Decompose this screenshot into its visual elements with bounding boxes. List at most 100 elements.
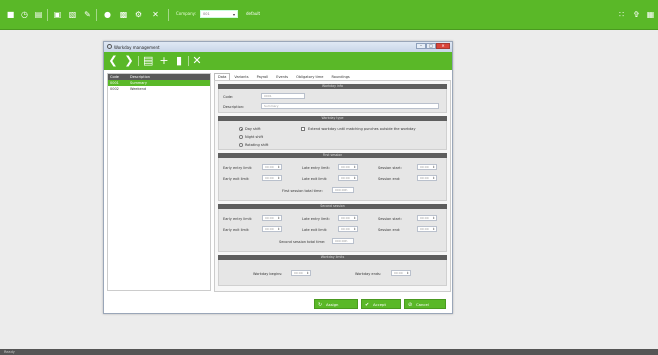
early-exit-input[interactable]: 00:00 ↕ (262, 175, 282, 181)
accept-button[interactable]: ✔ Accept (361, 299, 401, 309)
day-shift-radio[interactable] (239, 127, 243, 131)
assign-button[interactable]: ↻ Assign (314, 299, 358, 309)
early-exit-value: 00:00 (265, 227, 274, 231)
tab-variants[interactable]: Variants (230, 73, 252, 80)
cancel-icon: ⊘ (408, 302, 413, 308)
tab-payroll[interactable]: Payroll (253, 73, 273, 80)
first-session-total-field: 000:00h (332, 187, 354, 193)
save-icon[interactable]: ■ (6, 10, 15, 19)
company-select-value: 001 (203, 12, 210, 16)
spinner-icon[interactable]: ↕ (432, 216, 435, 220)
session-end-value: 00:00 (420, 227, 429, 231)
workday-ends-input[interactable]: 00:00 ↕ (391, 270, 411, 276)
early-exit-input[interactable]: 00:00 ↕ (262, 226, 282, 232)
maximize-button[interactable]: □ (426, 43, 436, 49)
extend-workday-checkbox[interactable] (301, 127, 305, 131)
spinner-icon[interactable]: ↕ (277, 227, 280, 231)
user-icon[interactable]: ✞ (632, 10, 641, 19)
export-icon[interactable]: ▧ (68, 10, 77, 19)
list-item[interactable]: 0002 Weekend (108, 86, 210, 92)
session-end-label: Session end: (378, 228, 401, 232)
late-exit-label: Late exit limit: (302, 177, 328, 181)
calendar-icon[interactable]: ▦ (646, 10, 655, 19)
late-entry-value: 00:00 (341, 165, 350, 169)
document-icon[interactable]: ▤ (34, 10, 43, 19)
second-session-total-label: Second session total time: (279, 240, 326, 244)
cancel-button[interactable]: ⊘ Cancel (404, 299, 446, 309)
workday-ends-label: Workday ends: (355, 272, 382, 276)
late-exit-value: 00:00 (341, 227, 350, 231)
back-icon[interactable]: ❮ (108, 55, 118, 67)
close-icon[interactable]: ✕ (151, 10, 160, 19)
checkmark-icon: ✔ (365, 302, 370, 308)
spinner-icon[interactable]: ↕ (406, 271, 409, 275)
save-icon[interactable]: ▤ (143, 55, 153, 67)
app-icon (107, 44, 112, 49)
delete-icon[interactable]: ▮ (174, 55, 184, 67)
day-shift-label: Day shift (245, 127, 261, 131)
session-start-label: Session start: (378, 166, 402, 170)
add-icon[interactable]: + (159, 55, 169, 67)
workday-limits-section: Workday begins: 00:00 ↕ Workday ends: 00:… (218, 260, 447, 286)
tab-obligatory-time[interactable]: Obligatory time (292, 73, 327, 80)
spinner-icon[interactable]: ↕ (353, 176, 356, 180)
late-exit-value: 00:00 (341, 176, 350, 180)
early-entry-label: Early entry limit: (223, 166, 253, 170)
list-item-description: Weekend (130, 87, 147, 91)
image-icon[interactable]: ▣ (53, 10, 62, 19)
spinner-icon[interactable]: ↕ (277, 216, 280, 220)
late-entry-input[interactable]: 00:00 ↕ (338, 215, 358, 221)
session-end-input[interactable]: 00:00 ↕ (417, 175, 437, 181)
session-end-input[interactable]: 00:00 ↕ (417, 226, 437, 232)
session-start-input[interactable]: 00:00 ↕ (417, 215, 437, 221)
early-entry-input[interactable]: 00:00 ↕ (262, 164, 282, 170)
assign-button-label: Assign (326, 302, 339, 307)
spinner-icon[interactable]: ↕ (432, 176, 435, 180)
spinner-icon[interactable]: ↕ (432, 227, 435, 231)
late-exit-input[interactable]: 00:00 ↕ (338, 226, 358, 232)
session-start-input[interactable]: 00:00 ↕ (417, 164, 437, 170)
session-end-label: Session end: (378, 177, 401, 181)
settings-icon[interactable]: ⚙ (134, 10, 143, 19)
early-exit-value: 00:00 (265, 176, 274, 180)
close-window-button[interactable]: ✕ (436, 43, 450, 49)
first-session-section: Early entry limit: 00:00 ↕ Late entry lim… (218, 158, 447, 201)
chart-icon[interactable]: ▩ (119, 10, 128, 19)
late-entry-input[interactable]: 00:00 ↕ (338, 164, 358, 170)
session-end-value: 00:00 (420, 176, 429, 180)
company-select[interactable]: 001 ▾ (200, 10, 238, 18)
workday-begins-label: Workday begins: (253, 272, 283, 276)
spinner-icon[interactable]: ↕ (353, 216, 356, 220)
spinner-icon[interactable]: ↕ (432, 165, 435, 169)
spinner-icon[interactable]: ↕ (306, 271, 309, 275)
first-session-total-label: First session total time: (282, 189, 323, 193)
rotating-shift-label: Rotating shift (245, 143, 269, 147)
window-titlebar[interactable]: Workday management – □ ✕ (104, 42, 452, 52)
tab-events[interactable]: Events (272, 73, 292, 80)
spinner-icon[interactable]: ↕ (277, 176, 280, 180)
late-exit-input[interactable]: 00:00 ↕ (338, 175, 358, 181)
rotating-shift-radio[interactable] (239, 143, 243, 147)
night-shift-radio[interactable] (239, 135, 243, 139)
early-entry-input[interactable]: 00:00 ↕ (262, 215, 282, 221)
toolbar-separator (188, 56, 189, 66)
spinner-icon[interactable]: ↕ (353, 227, 356, 231)
search-user-icon[interactable]: ● (103, 10, 112, 19)
app-toolbar: ■ ◷ ▤ ▣ ▧ ✎ ● ▩ ⚙ ✕ Company: 001 ▾ defau… (0, 0, 658, 30)
tab-roundings[interactable]: Roundings (327, 73, 353, 80)
history-icon[interactable]: ◷ (20, 10, 29, 19)
grid-icon[interactable]: ∷ (617, 10, 626, 19)
workday-begins-input[interactable]: 00:00 ↕ (291, 270, 311, 276)
description-field[interactable]: Summary (261, 103, 439, 109)
close-icon[interactable]: ✕ (192, 55, 202, 67)
tab-data[interactable]: Data (214, 73, 231, 80)
spinner-icon[interactable]: ↕ (353, 165, 356, 169)
refresh-icon: ↻ (318, 302, 323, 308)
edit-document-icon[interactable]: ✎ (83, 10, 92, 19)
early-entry-value: 00:00 (265, 165, 274, 169)
minimize-button[interactable]: – (416, 43, 426, 49)
code-field[interactable]: 0001 (261, 93, 305, 99)
forward-icon[interactable]: ❯ (124, 55, 134, 67)
spinner-icon[interactable]: ↕ (277, 165, 280, 169)
workday-ends-value: 00:00 (394, 271, 403, 275)
